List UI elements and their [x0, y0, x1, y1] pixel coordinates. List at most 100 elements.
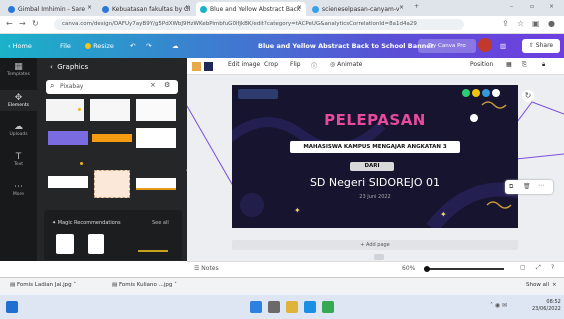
graphic-result[interactable] [136, 99, 176, 121]
chrome-icon[interactable] [322, 301, 334, 313]
analytics-icon[interactable]: ▥ [500, 42, 506, 50]
zoom-slider-handle[interactable] [424, 266, 430, 272]
panel-back-button[interactable]: ‹ Graphics [50, 63, 88, 71]
color-swatch[interactable] [204, 62, 213, 71]
color-swatch[interactable] [192, 62, 201, 71]
edit-image-button[interactable]: Edit image [228, 61, 260, 68]
rail-item-templates[interactable]: ▦ Templates [0, 62, 37, 77]
close-icon[interactable]: × [87, 4, 92, 11]
slide-heading[interactable]: PELEPASAN [232, 111, 518, 129]
close-icon[interactable]: × [297, 4, 302, 11]
close-icon[interactable]: × [399, 4, 404, 11]
back-icon[interactable]: ← [6, 19, 13, 28]
home-button[interactable]: ‹ Home [8, 42, 32, 50]
help-icon[interactable]: ? [551, 264, 554, 271]
share-page-icon[interactable]: ⇪ [502, 19, 509, 28]
redo-icon[interactable]: ↷ [146, 42, 151, 50]
rail-label: Templates [7, 72, 30, 77]
close-icon[interactable]: × [185, 4, 190, 11]
download-item[interactable]: ▤ Fomis Ladian Jai.jpg ˄ [10, 282, 76, 288]
fullscreen-icon[interactable]: ⤢ [536, 264, 541, 272]
info-icon[interactable]: ⓘ [311, 61, 317, 70]
copy-icon[interactable]: ⧉ [509, 183, 513, 191]
animate-button[interactable]: ◎ Animate [330, 61, 362, 68]
search-input[interactable]: Pixabay [46, 80, 178, 94]
graphic-result[interactable] [92, 134, 132, 142]
graphic-result[interactable] [48, 176, 88, 188]
resize-button[interactable]: Resize [85, 42, 114, 50]
try-pro-button[interactable]: Try Canva Pro [418, 39, 476, 53]
new-tab-icon[interactable]: + [414, 3, 419, 10]
resize-label: Resize [93, 42, 114, 50]
filter-icon[interactable]: ⚙ [164, 81, 170, 89]
browser-tab[interactable]: scieneselpasan-canyam-v × [308, 2, 408, 16]
extensions-icon[interactable]: ▣ [532, 19, 540, 28]
graphic-result[interactable] [136, 178, 176, 190]
file-menu-button[interactable]: File [60, 42, 71, 50]
slide-from-label[interactable]: DARI [350, 162, 394, 171]
rail-item-elements[interactable]: ✥ Elements [0, 90, 37, 111]
graphic-result[interactable] [48, 131, 88, 145]
see-all-link[interactable]: See all [152, 220, 169, 226]
profile-icon[interactable]: ● [548, 19, 555, 28]
rail-item-more[interactable]: ⋯ More [0, 182, 37, 197]
avatar[interactable] [478, 38, 492, 52]
add-page-button[interactable]: + Add page [232, 240, 518, 250]
graphic-result[interactable] [136, 128, 176, 148]
delete-icon[interactable]: 🗑︎ [523, 183, 531, 190]
slide-date[interactable]: 23 Juni 2022 [232, 194, 518, 200]
zoom-level[interactable]: 60% [402, 265, 415, 272]
minimize-icon[interactable]: – [510, 3, 513, 10]
rotate-icon[interactable]: ↻ [522, 90, 534, 102]
clock[interactable]: 08:52 23/06/2022 [532, 299, 561, 313]
page-count-icon[interactable]: ▢ [520, 264, 526, 271]
search-taskbar-icon[interactable] [268, 301, 280, 313]
windows-icon[interactable] [250, 301, 262, 313]
undo-icon[interactable]: ↶ [130, 42, 135, 50]
show-all-button[interactable]: Show all [526, 282, 549, 288]
url-field[interactable]: canva.com/design/DAFUy7ayB9Y/g5PdXWbJ9Hz… [54, 19, 464, 30]
zoom-slider[interactable] [424, 268, 504, 270]
copy-style-icon[interactable]: ⎘ [522, 61, 527, 69]
share-button[interactable]: ⇧ Share [522, 39, 560, 53]
design-title[interactable]: Blue and Yellow Abstract Back to School … [258, 42, 434, 50]
notes-button[interactable]: ☰ Notes [194, 265, 219, 272]
window-close-icon[interactable]: × [549, 3, 554, 10]
slide-banner[interactable]: MAHASISWA KAMPUS MENGAJAR ANGKATAN 3 [290, 141, 460, 153]
slide-canvas[interactable]: ✦ ✦ [232, 85, 518, 228]
forward-icon[interactable]: → [19, 19, 26, 28]
crop-button[interactable]: Crop [264, 61, 278, 68]
more-options-icon[interactable]: ⋯ [538, 182, 544, 189]
browser-tab[interactable]: Gimbal Imhimin - Sare × [4, 2, 96, 16]
rail-label: More [12, 192, 25, 197]
slide-decoration: ✦ ✦ [232, 101, 518, 228]
star-icon[interactable]: ☆ [517, 19, 524, 28]
recommendation-item[interactable] [56, 234, 74, 254]
rail-item-uploads[interactable]: ☁ Uploads [0, 122, 37, 137]
edge-icon[interactable] [304, 301, 316, 313]
recommendation-item[interactable] [88, 234, 104, 254]
start-icon[interactable] [6, 301, 18, 313]
position-button[interactable]: Position [470, 61, 493, 68]
panel-title: Graphics [57, 63, 89, 71]
graphic-result[interactable] [90, 99, 130, 121]
clear-search-icon[interactable]: × [150, 81, 156, 89]
system-tray-icon[interactable]: ˄ ◉ ✉ [490, 302, 507, 309]
download-item[interactable]: ▤ Fomis Kuliano ...jpg ˄ [112, 282, 177, 288]
file-explorer-icon[interactable] [286, 301, 298, 313]
text-icon: T [15, 152, 22, 162]
rail-item-text[interactable]: T Text [0, 152, 37, 167]
close-downloads-icon[interactable]: × [552, 282, 557, 288]
reload-icon[interactable]: ↻ [32, 19, 39, 28]
graphic-result[interactable] [94, 170, 130, 198]
graphic-result-dot [78, 108, 81, 111]
transparency-icon[interactable]: ▦ [506, 61, 512, 68]
flip-button[interactable]: Flip [290, 61, 301, 68]
recommendation-item[interactable] [138, 240, 168, 252]
expand-pages-icon[interactable] [374, 254, 384, 260]
lock-icon[interactable]: 🔒︎ [542, 61, 545, 69]
browser-tab-active[interactable]: Blue and Yellow Abstract Back × [196, 2, 306, 16]
browser-tab[interactable]: Kebuatasan fakultas by Gl × [98, 2, 194, 16]
slide-school-name[interactable]: SD Negeri SIDOREJO 01 [232, 176, 518, 189]
maximize-icon[interactable]: ▫ [530, 3, 534, 10]
